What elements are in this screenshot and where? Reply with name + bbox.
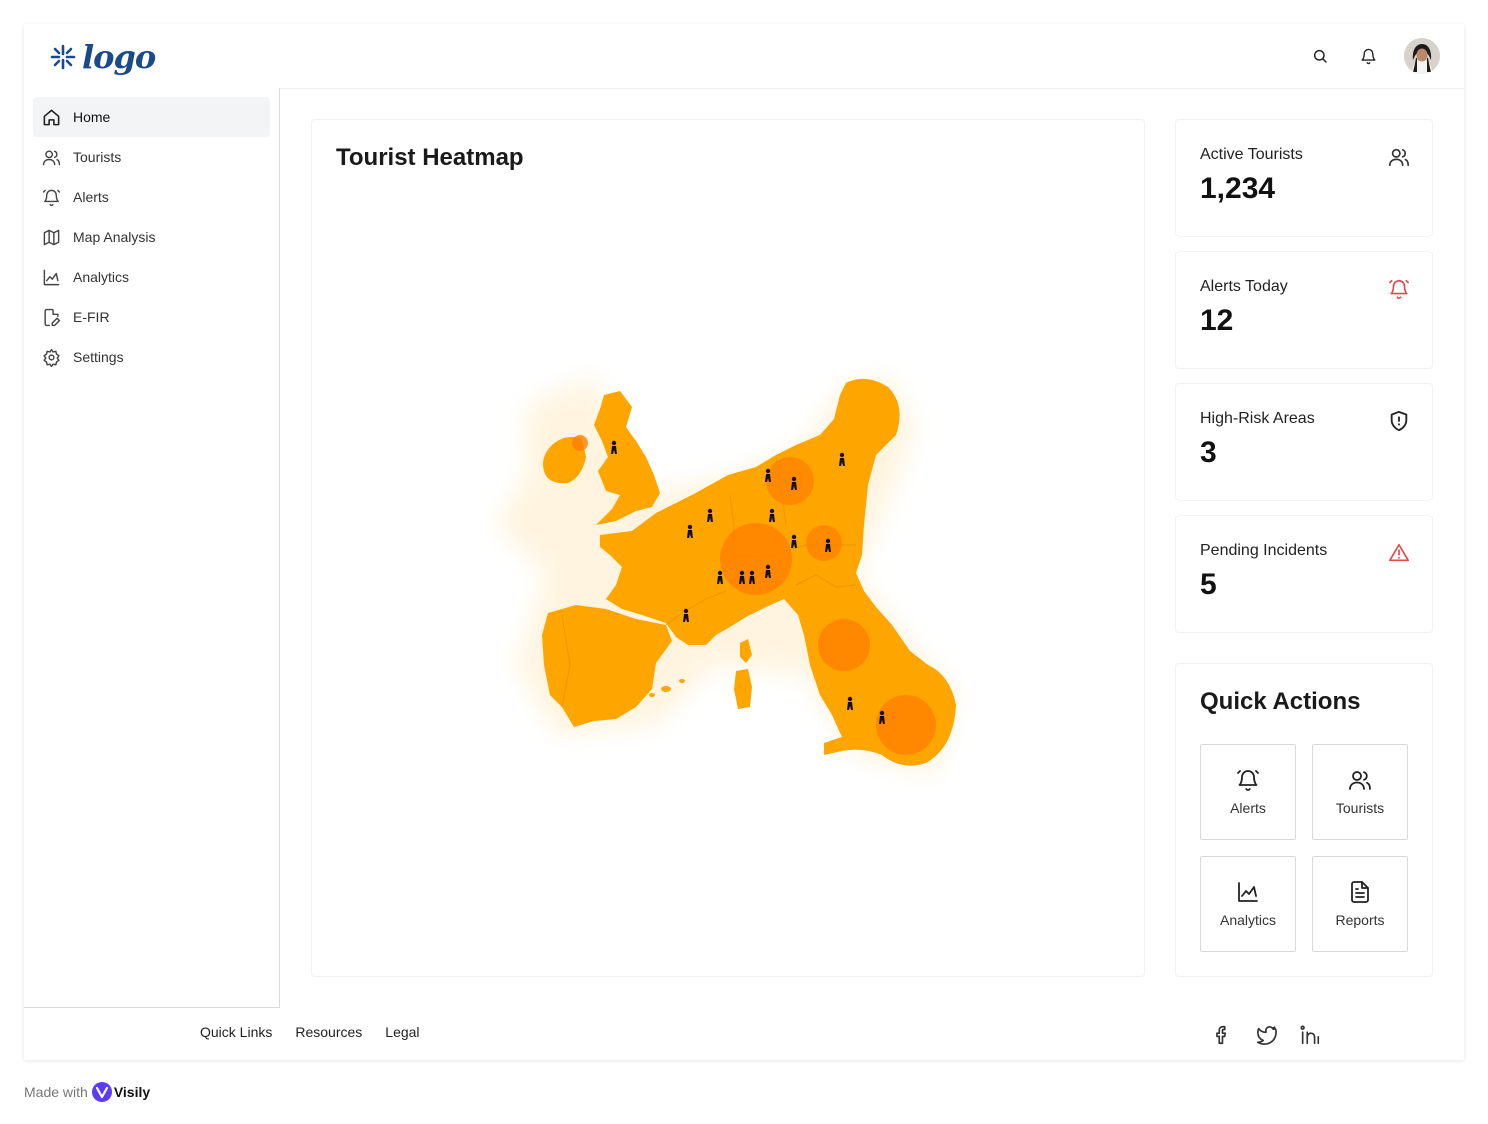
facebook-icon[interactable] <box>1211 1024 1233 1046</box>
twitter-icon[interactable] <box>1255 1024 1277 1046</box>
sidebar-item-analytics[interactable]: Analytics <box>33 257 270 297</box>
footer-link-quick-links[interactable]: Quick Links <box>200 1024 272 1040</box>
sidebar-item-label: Alerts <box>73 189 109 205</box>
quick-action-alerts-button[interactable]: Alerts <box>1200 744 1296 840</box>
stat-label: Pending Incidents <box>1200 542 1328 559</box>
quick-actions-title: Quick Actions <box>1200 688 1361 715</box>
linkedin-icon[interactable] <box>1299 1024 1321 1046</box>
logo-text: logo <box>82 38 156 76</box>
sidebar-item-label: Analytics <box>73 269 130 285</box>
visily-mark-icon <box>91 1082 112 1102</box>
logo[interactable]: logo <box>50 38 156 76</box>
stat-value: 3 <box>1200 436 1217 469</box>
visily-logo: Visily <box>91 1082 151 1102</box>
footer-link-legal[interactable]: Legal <box>385 1024 419 1040</box>
file-pen-icon <box>41 307 61 327</box>
sidebar-item-label: Home <box>73 109 111 125</box>
stat-card-alerts-today: Alerts Today 12 <box>1175 251 1433 369</box>
sidebar-item-tourists[interactable]: Tourists <box>33 137 270 177</box>
footer-links: Quick Links Resources Legal <box>200 1024 420 1040</box>
sidebar-item-home[interactable]: Home <box>33 97 270 137</box>
quick-action-label: Reports <box>1335 912 1385 928</box>
users-icon <box>1388 146 1410 168</box>
file-text-icon <box>1348 880 1372 904</box>
logo-asterisk-icon <box>50 44 76 70</box>
chart-icon <box>1236 880 1260 904</box>
top-header: logo <box>24 24 1464 89</box>
chart-icon <box>41 267 61 287</box>
quick-action-reports-button[interactable]: Reports <box>1312 856 1408 952</box>
heatmap-card: Tourist Heatmap <box>311 119 1145 977</box>
app-window: logo Home Tourists Alerts Map Analysis A… <box>24 24 1464 1060</box>
gear-icon <box>41 347 61 367</box>
stat-label: Alerts Today <box>1200 278 1288 295</box>
sidebar: Home Tourists Alerts Map Analysis Analyt… <box>24 88 280 1008</box>
users-icon <box>41 147 61 167</box>
stat-card-active-tourists: Active Tourists 1,234 <box>1175 119 1433 237</box>
footer-link-resources[interactable]: Resources <box>295 1024 362 1040</box>
sidebar-item-settings[interactable]: Settings <box>33 337 270 377</box>
stat-value: 12 <box>1200 304 1234 337</box>
stat-card-pending-incidents: Pending Incidents 5 <box>1175 515 1433 633</box>
stat-label: Active Tourists <box>1200 146 1303 163</box>
bell-icon[interactable] <box>1356 44 1380 68</box>
stat-value: 1,234 <box>1200 172 1276 205</box>
bell-ring-icon <box>41 187 61 207</box>
sidebar-item-label: Map Analysis <box>73 229 156 245</box>
bell-ring-icon <box>1236 768 1260 792</box>
sidebar-item-label: E-FIR <box>73 309 110 325</box>
stat-label: High-Risk Areas <box>1200 410 1315 427</box>
sidebar-item-map-analysis[interactable]: Map Analysis <box>33 217 270 257</box>
quick-action-analytics-button[interactable]: Analytics <box>1200 856 1296 952</box>
tourist-heatmap-map[interactable] <box>336 195 1122 955</box>
visily-brand-text: Visily <box>113 1084 151 1100</box>
quick-action-tourists-button[interactable]: Tourists <box>1312 744 1408 840</box>
heatmap-title: Tourist Heatmap <box>336 144 524 171</box>
made-with-text: Made with <box>24 1084 88 1100</box>
shield-alert-icon <box>1388 410 1410 432</box>
stat-value: 5 <box>1200 568 1217 601</box>
stat-card-high-risk-areas: High-Risk Areas 3 <box>1175 383 1433 501</box>
user-avatar[interactable] <box>1404 38 1440 74</box>
sidebar-item-label: Settings <box>73 349 124 365</box>
sidebar-item-e-fir[interactable]: E-FIR <box>33 297 270 337</box>
sidebar-nav: Home Tourists Alerts Map Analysis Analyt… <box>33 97 270 377</box>
triangle-alert-icon <box>1388 542 1410 564</box>
bell-ring-icon <box>1388 278 1410 300</box>
users-icon <box>1348 768 1372 792</box>
search-icon[interactable] <box>1308 44 1332 68</box>
sidebar-item-alerts[interactable]: Alerts <box>33 177 270 217</box>
quick-action-label: Analytics <box>1219 912 1277 928</box>
made-with-badge[interactable]: Made with Visily <box>24 1082 150 1102</box>
quick-action-label: Alerts <box>1230 800 1266 816</box>
quick-actions-card: Quick Actions Alerts Tourists Analytics … <box>1175 663 1433 977</box>
quick-action-label: Tourists <box>1335 800 1385 816</box>
map-icon <box>41 227 61 247</box>
sidebar-item-label: Tourists <box>73 149 122 165</box>
home-icon <box>41 107 61 127</box>
